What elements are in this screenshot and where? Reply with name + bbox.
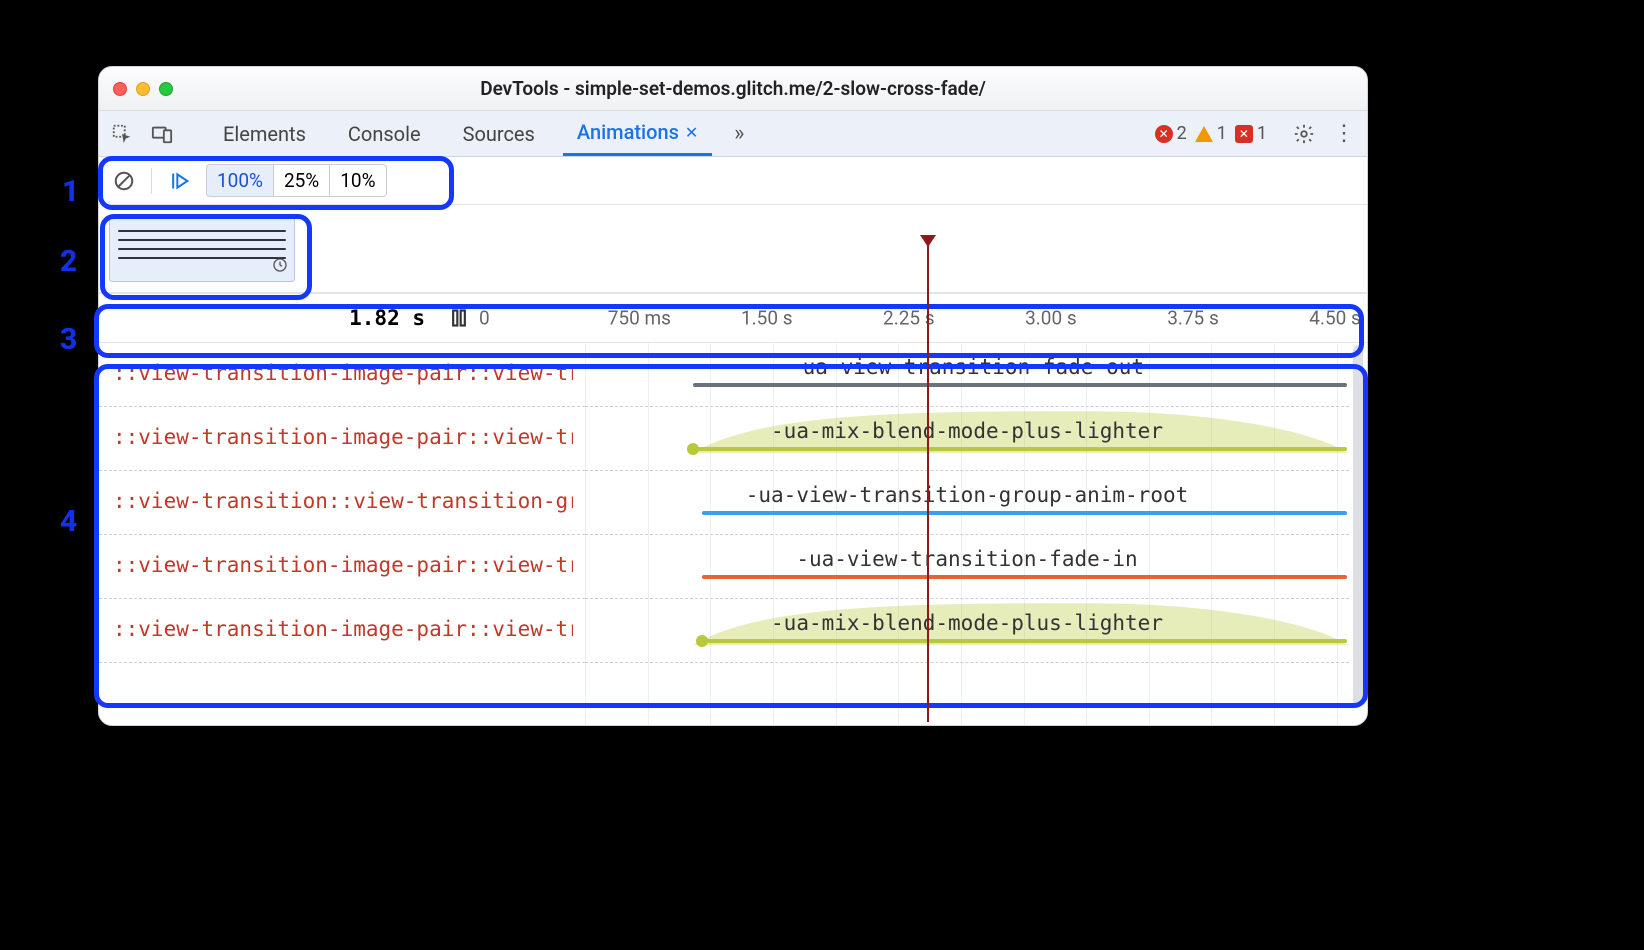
resume-icon[interactable] (166, 168, 192, 194)
zoom-window-button[interactable] (159, 82, 173, 96)
issue-count-value: 1 (1257, 123, 1267, 144)
clear-icon[interactable] (111, 168, 137, 194)
track-selector-name: ::view-transition-image-pair::view-tr (113, 361, 573, 385)
animation-name-label: -ua-mix-blend-mode-plus-lighter (771, 611, 1163, 635)
scrollbar[interactable] (1353, 345, 1363, 705)
inspect-element-icon[interactable] (109, 121, 135, 147)
tab-console[interactable]: Console (334, 111, 435, 156)
status-counts: ✕ 2 1 ✕ 1 (1155, 123, 1267, 144)
callout-label-3: 3 (60, 322, 77, 357)
close-window-button[interactable] (113, 82, 127, 96)
track-timeline[interactable]: -ua-mix-blend-mode-plus-lighter (585, 599, 1349, 663)
track-selector-name: ::view-transition::view-transition-gr (113, 489, 573, 513)
animation-groups-bar (99, 205, 1367, 293)
panel-tab-strip: Elements Console Sources Animations ✕ » … (99, 111, 1367, 157)
animation-name-label: -ua-view-transition-fade-in (796, 547, 1137, 571)
ruler-tick: 4.50 s (1309, 307, 1361, 330)
ruler-ticks: 0750 ms1.50 s2.25 s3.00 s3.75 s4.50 s (479, 294, 1367, 342)
track-timeline[interactable]: -ua-view-transition-group-anim-root (585, 471, 1349, 535)
speed-25-button[interactable]: 25% (274, 164, 330, 197)
warning-count[interactable]: 1 (1195, 123, 1227, 144)
separator (151, 168, 152, 194)
issue-icon: ✕ (1235, 125, 1253, 143)
track-selector-name: ::view-transition-image-pair::view-tr (113, 553, 573, 577)
animation-bar[interactable] (702, 639, 1347, 643)
warning-count-value: 1 (1217, 123, 1227, 144)
more-tabs-icon[interactable]: » (726, 121, 752, 147)
error-count[interactable]: ✕ 2 (1155, 123, 1187, 144)
error-count-value: 2 (1177, 123, 1187, 144)
tab-animations[interactable]: Animations ✕ (563, 111, 712, 156)
track-timeline[interactable]: -ua-view-transition-fade-out (585, 343, 1349, 407)
close-icon[interactable]: ✕ (685, 123, 698, 142)
ruler-tick: 3.00 s (1025, 307, 1077, 330)
animation-name-label: -ua-view-transition-group-anim-root (746, 483, 1189, 507)
current-time-label: 1.82 s (99, 306, 439, 330)
callout-label-2: 2 (60, 244, 77, 279)
animation-bar[interactable] (702, 575, 1347, 579)
ruler-tick: 1.50 s (741, 307, 793, 330)
track-selector-name: ::view-transition-image-pair::view-tr (113, 425, 573, 449)
animation-name-label: -ua-mix-blend-mode-plus-lighter (771, 419, 1163, 443)
titlebar: DevTools - simple-set-demos.glitch.me/2-… (99, 67, 1367, 111)
ruler-tick: 3.75 s (1167, 307, 1219, 330)
track-selector-name: ::view-transition-image-pair::view-tr (113, 617, 573, 641)
kebab-menu-icon[interactable]: ⋮ (1331, 121, 1357, 147)
warning-icon (1195, 126, 1213, 142)
animations-toolbar: 100% 25% 10% (99, 157, 1367, 205)
animation-name-label: -ua-view-transition-fade-out (790, 355, 1144, 379)
window-title: DevTools - simple-set-demos.glitch.me/2-… (99, 77, 1367, 100)
ruler-tick: 0 (479, 307, 490, 330)
device-toolbar-icon[interactable] (149, 121, 175, 147)
callout-label-1: 1 (62, 174, 79, 209)
devtools-window: DevTools - simple-set-demos.glitch.me/2-… (98, 66, 1368, 726)
animation-bar[interactable] (693, 447, 1347, 451)
minimize-window-button[interactable] (136, 82, 150, 96)
animation-bar[interactable] (693, 383, 1347, 387)
tab-elements[interactable]: Elements (209, 111, 320, 156)
pause-icon[interactable] (439, 308, 479, 328)
track-row[interactable]: ::view-transition-image-pair::view-tr (99, 535, 585, 599)
track-timeline[interactable]: -ua-mix-blend-mode-plus-lighter (585, 407, 1349, 471)
animation-group-thumbnail[interactable] (109, 216, 295, 282)
error-icon: ✕ (1155, 125, 1173, 143)
issue-count[interactable]: ✕ 1 (1235, 123, 1267, 144)
animation-tracks: ::view-transition-image-pair::view-tr::v… (99, 343, 1367, 725)
callout-label-4: 4 (60, 504, 77, 539)
track-row[interactable]: ::view-transition::view-transition-gr (99, 471, 585, 535)
speed-10-button[interactable]: 10% (330, 164, 386, 197)
speed-100-button[interactable]: 100% (206, 164, 274, 197)
timeline-ruler[interactable]: 1.82 s 0750 ms1.50 s2.25 s3.00 s3.75 s4.… (99, 293, 1367, 343)
animation-bar[interactable] (702, 511, 1347, 515)
track-row[interactable]: ::view-transition-image-pair::view-tr (99, 407, 585, 471)
tab-animations-label: Animations (577, 120, 679, 144)
playhead-marker[interactable] (927, 244, 929, 722)
track-row[interactable]: ::view-transition-image-pair::view-tr (99, 599, 585, 663)
settings-icon[interactable] (1291, 121, 1317, 147)
tab-sources[interactable]: Sources (449, 111, 549, 156)
playback-speed-group: 100% 25% 10% (206, 164, 387, 197)
track-row[interactable]: ::view-transition-image-pair::view-tr (99, 343, 585, 407)
window-controls (113, 82, 173, 96)
track-timeline[interactable]: -ua-view-transition-fade-in (585, 535, 1349, 599)
clock-icon (272, 257, 288, 277)
ruler-tick: 750 ms (608, 307, 671, 330)
